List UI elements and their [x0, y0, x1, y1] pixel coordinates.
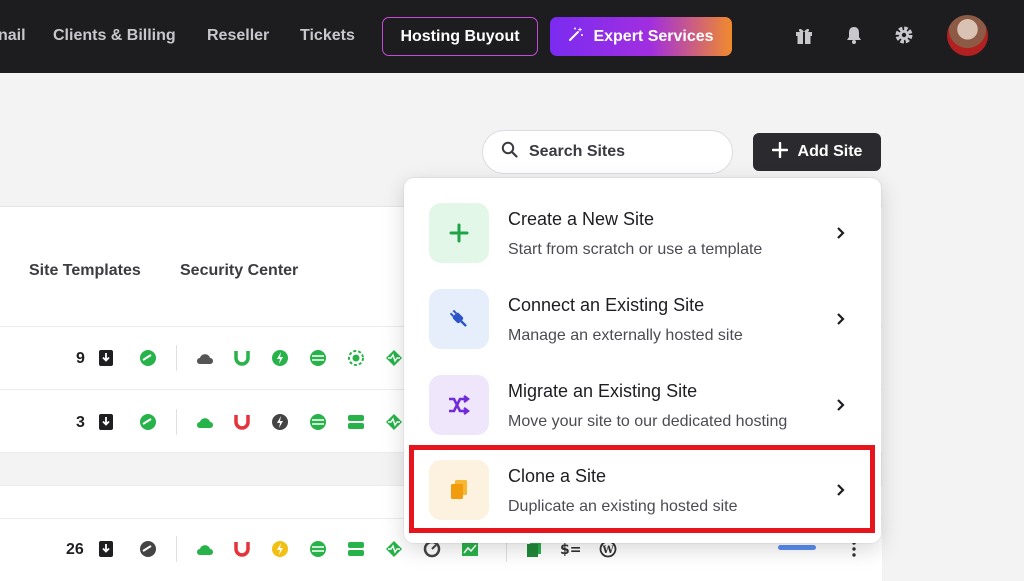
shield-icon[interactable]	[138, 348, 158, 368]
add-site-menu: Create a New Site Start from scratch or …	[404, 178, 881, 543]
expert-services-label: Expert Services	[593, 27, 714, 45]
pulse-icon[interactable]	[384, 539, 404, 559]
backup-count: 9	[76, 350, 85, 367]
menu-item-clone-site[interactable]: Clone a Site Duplicate an existing hoste…	[404, 448, 881, 534]
pulse-icon[interactable]	[384, 348, 404, 368]
hosting-buyout-button[interactable]: Hosting Buyout	[382, 17, 538, 56]
bolt-icon[interactable]	[270, 348, 290, 368]
nav-link-reseller[interactable]: Reseller	[207, 27, 269, 45]
chevron-right-icon	[837, 227, 845, 239]
bell-icon[interactable]	[843, 24, 865, 46]
menu-item-connect-existing-site[interactable]: Connect an Existing Site Manage an exter…	[404, 277, 881, 363]
search-placeholder: Search Sites	[529, 143, 626, 160]
shield-icon[interactable]	[138, 412, 158, 432]
svg-text:W: W	[602, 545, 615, 556]
search-input[interactable]: Search Sites	[482, 130, 733, 174]
nav-link-clients-billing[interactable]: Clients & Billing	[53, 27, 176, 45]
plus-icon	[429, 203, 489, 263]
top-nav: nail Clients & Billing Reseller Tickets …	[0, 0, 1024, 73]
stack-icon[interactable]	[308, 412, 328, 432]
clone-copy-icon	[429, 460, 489, 520]
menu-item-description: Start from scratch or use a template	[508, 241, 763, 258]
download-icon[interactable]	[96, 412, 116, 432]
chevron-right-icon	[837, 313, 845, 325]
search-icon	[501, 141, 518, 163]
pulse-icon[interactable]	[384, 412, 404, 432]
shield-icon[interactable]	[138, 539, 158, 559]
svg-text:$=: $=	[560, 542, 580, 557]
gear-icon[interactable]	[893, 24, 915, 46]
plug-icon	[429, 289, 489, 349]
menu-item-title: Migrate an Existing Site	[508, 381, 698, 401]
stack-icon[interactable]	[308, 539, 328, 559]
hosting-buyout-label: Hosting Buyout	[400, 27, 520, 45]
nav-link-email[interactable]: nail	[0, 27, 26, 45]
menu-item-title: Clone a Site	[508, 466, 607, 486]
add-site-label: Add Site	[797, 143, 863, 160]
magnet-icon[interactable]	[232, 412, 252, 432]
download-icon[interactable]	[96, 539, 116, 559]
avatar[interactable]	[947, 15, 988, 56]
menu-item-title: Create a New Site	[508, 209, 655, 229]
magic-wand-icon	[568, 26, 584, 47]
download-icon[interactable]	[96, 348, 116, 368]
server-icon[interactable]	[346, 412, 366, 432]
column-header-site-templates[interactable]: Site Templates	[29, 262, 141, 280]
menu-item-title: Connect an Existing Site	[508, 295, 705, 315]
expert-services-button[interactable]: Expert Services	[550, 17, 732, 56]
divider	[176, 345, 177, 371]
menu-item-description: Move your site to our dedicated hosting	[508, 413, 788, 430]
server-icon[interactable]	[346, 539, 366, 559]
backup-count: 3	[76, 414, 85, 431]
bolt-icon[interactable]	[270, 412, 290, 432]
add-site-button[interactable]: Add Site	[753, 133, 881, 171]
menu-item-description: Manage an externally hosted site	[508, 327, 743, 344]
gift-icon[interactable]	[793, 24, 815, 46]
cloud-icon[interactable]	[195, 348, 215, 368]
menu-item-description: Duplicate an existing hosted site	[508, 498, 738, 515]
magnet-icon[interactable]	[232, 348, 252, 368]
cloud-icon[interactable]	[195, 412, 215, 432]
bolt-icon[interactable]	[270, 539, 290, 559]
divider	[176, 536, 177, 562]
plus-icon	[771, 141, 788, 163]
nav-link-tickets[interactable]: Tickets	[300, 27, 355, 45]
status-bar	[778, 545, 816, 550]
divider	[176, 409, 177, 435]
backup-count: 26	[66, 541, 84, 558]
menu-item-create-new-site[interactable]: Create a New Site Start from scratch or …	[404, 191, 881, 277]
chevron-right-icon	[837, 399, 845, 411]
column-header-security-center[interactable]: Security Center	[180, 262, 298, 280]
migrate-arrows-icon	[429, 375, 489, 435]
cloud-icon[interactable]	[195, 539, 215, 559]
target-icon[interactable]	[346, 348, 366, 368]
menu-item-migrate-existing-site[interactable]: Migrate an Existing Site Move your site …	[404, 363, 881, 449]
magnet-icon[interactable]	[232, 539, 252, 559]
chevron-right-icon	[837, 484, 845, 496]
stack-icon[interactable]	[308, 348, 328, 368]
